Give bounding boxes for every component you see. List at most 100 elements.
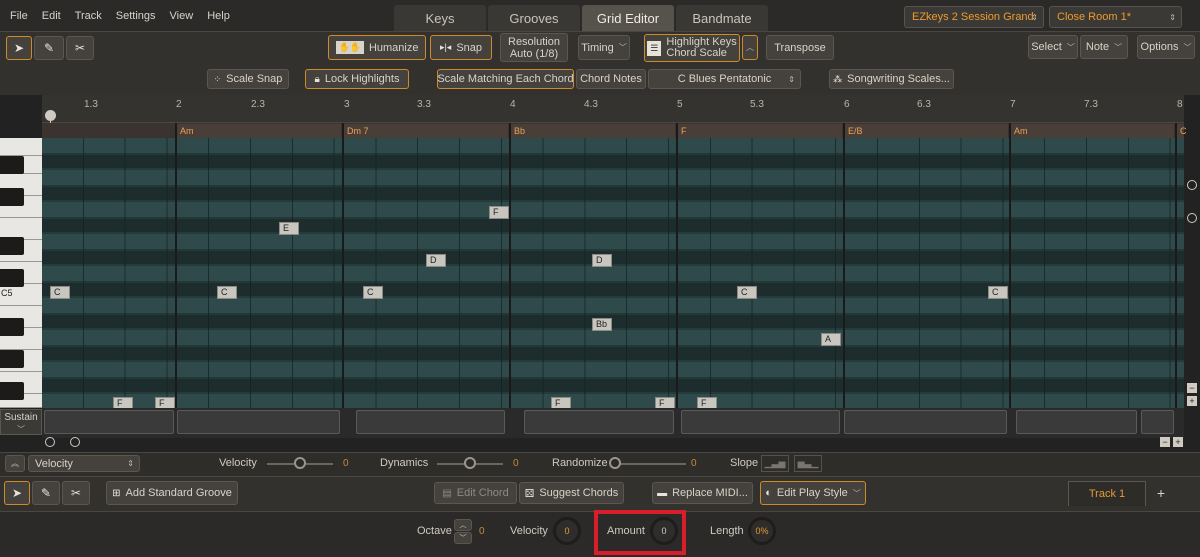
horizontal-scroll-handle[interactable]: [70, 437, 80, 447]
black-key[interactable]: [0, 382, 24, 400]
zoom-out-button[interactable]: −: [1187, 383, 1197, 393]
h-zoom-out-button[interactable]: −: [1160, 437, 1170, 447]
midi-note[interactable]: C: [363, 286, 383, 299]
black-key[interactable]: [0, 188, 24, 206]
piano-keyboard[interactable]: C5: [0, 138, 42, 408]
lock-highlights-button[interactable]: 🔒︎ Lock Highlights: [305, 69, 409, 89]
sustain-block[interactable]: [1141, 410, 1174, 434]
zoom-in-button[interactable]: +: [1187, 396, 1197, 406]
dynamics-slider-thumb[interactable]: [464, 457, 476, 469]
menu-edit[interactable]: Edit: [42, 10, 61, 22]
white-key[interactable]: [0, 138, 42, 156]
randomize-slider-thumb[interactable]: [609, 457, 621, 469]
octave-up-button[interactable]: ︿: [454, 519, 472, 531]
tab-grooves[interactable]: Grooves: [488, 5, 580, 31]
tab-grid-editor[interactable]: Grid Editor: [582, 5, 674, 31]
randomize-slider[interactable]: [610, 463, 686, 465]
pointer-tool[interactable]: ➤: [6, 36, 32, 60]
midi-note[interactable]: C: [988, 286, 1008, 299]
timeline-ruler[interactable]: 1.3 2 2.3 3 3.3 4 4.3 5 5.3 6 6.3 7 7.3 …: [42, 95, 1184, 123]
timing-button[interactable]: Timing ﹀: [578, 35, 630, 60]
scale-snap-button[interactable]: ⁘ Scale Snap: [207, 69, 289, 89]
dynamics-param-value: 0: [513, 458, 519, 469]
bottom-scissors-tool[interactable]: ✂: [62, 481, 90, 505]
midi-note[interactable]: E: [279, 222, 299, 235]
slope-down-icon[interactable]: ▅▃▁: [794, 455, 822, 472]
black-key[interactable]: [0, 269, 24, 287]
vertical-scroll-handle[interactable]: [1187, 213, 1197, 223]
edit-play-style-button[interactable]: ◐ Edit Play Style ﹀: [760, 481, 866, 505]
chord-block[interactable]: F: [677, 124, 842, 138]
slope-up-icon[interactable]: ▁▃▅: [761, 455, 789, 472]
h-zoom-in-button[interactable]: +: [1173, 437, 1183, 447]
resolution-select[interactable]: Resolution Auto (1/8): [500, 33, 568, 62]
velocity-knob[interactable]: 0: [553, 517, 581, 545]
black-key[interactable]: [0, 350, 24, 368]
midi-note[interactable]: C: [737, 286, 757, 299]
snap-button[interactable]: ▸|◂ Snap: [430, 35, 492, 60]
add-track-button[interactable]: +: [1152, 484, 1170, 502]
menu-help[interactable]: Help: [207, 10, 230, 22]
replace-midi-button[interactable]: ▬ Replace MIDI...: [652, 482, 753, 504]
sustain-block[interactable]: [681, 410, 840, 434]
chord-notes-button[interactable]: Chord Notes: [576, 69, 646, 89]
midi-note[interactable]: F: [489, 206, 509, 219]
sustain-block[interactable]: [1016, 410, 1137, 434]
sustain-block[interactable]: [356, 410, 505, 434]
horizontal-scroll-handle[interactable]: [45, 437, 55, 447]
lane-collapse-button[interactable]: ︽: [5, 455, 25, 472]
add-standard-groove-button[interactable]: ⊞ Add Standard Groove: [106, 481, 238, 505]
edit-chord-button[interactable]: ▤ Edit Chord: [434, 482, 517, 504]
songwriting-scales-button[interactable]: ⁂ Songwriting Scales...: [829, 69, 954, 89]
pencil-tool[interactable]: ✎: [34, 36, 64, 60]
chord-block[interactable]: E/B: [844, 124, 1008, 138]
scale-select[interactable]: C Blues Pentatonic ⇕: [648, 69, 801, 89]
lane-select[interactable]: Velocity ⇕: [28, 455, 140, 472]
menu-file[interactable]: File: [10, 10, 28, 22]
scissors-tool[interactable]: ✂: [66, 36, 94, 60]
chord-block[interactable]: Am: [1010, 124, 1174, 138]
sustain-label[interactable]: Sustain ﹀: [0, 409, 42, 435]
highlight-expand-button[interactable]: ︿: [742, 35, 758, 60]
select-menu[interactable]: Select ﹀: [1028, 35, 1078, 59]
midi-note[interactable]: Bb: [592, 318, 612, 331]
midi-note[interactable]: D: [592, 254, 612, 267]
scale-matching-button[interactable]: Scale Matching Each Chord: [437, 69, 574, 89]
menu-settings[interactable]: Settings: [116, 10, 156, 22]
bottom-pencil-tool[interactable]: ✎: [32, 481, 60, 505]
midi-note[interactable]: A: [821, 333, 841, 346]
octave-down-button[interactable]: ﹀: [454, 532, 472, 544]
sustain-block[interactable]: [44, 410, 174, 434]
bottom-pointer-tool[interactable]: ➤: [4, 481, 30, 505]
velocity-slider-thumb[interactable]: [294, 457, 306, 469]
midi-note[interactable]: D: [426, 254, 446, 267]
instrument-select[interactable]: EZkeys 2 Session Grand ⇕: [904, 6, 1044, 28]
highlight-keys-button[interactable]: ☰ Highlight Keys Chord Scale: [644, 34, 740, 62]
note-menu[interactable]: Note ﹀: [1080, 35, 1128, 59]
tab-bandmate[interactable]: Bandmate: [676, 5, 768, 31]
vertical-scroll-handle[interactable]: [1187, 180, 1197, 190]
midi-note[interactable]: C: [217, 286, 237, 299]
chord-block[interactable]: Bb: [510, 124, 675, 138]
humanize-button[interactable]: ✋✋ Humanize: [328, 35, 426, 60]
track-tab[interactable]: Track 1: [1068, 481, 1146, 506]
sustain-block[interactable]: [524, 410, 674, 434]
transpose-button[interactable]: Transpose: [766, 35, 834, 60]
tab-keys[interactable]: Keys: [394, 5, 486, 31]
black-key[interactable]: [0, 237, 24, 255]
room-select[interactable]: Close Room 1* ⇕: [1049, 6, 1182, 28]
chord-block[interactable]: Dm 7: [343, 124, 508, 138]
midi-note[interactable]: C: [50, 286, 70, 299]
chord-block[interactable]: Am: [176, 124, 341, 138]
sustain-block[interactable]: [844, 410, 1007, 434]
options-menu[interactable]: Options ﹀: [1137, 35, 1195, 59]
suggest-chords-button[interactable]: ⚄ Suggest Chords: [519, 482, 624, 504]
black-key[interactable]: [0, 318, 24, 336]
sustain-block[interactable]: [177, 410, 340, 434]
length-knob[interactable]: 0%: [748, 517, 776, 545]
menu-track[interactable]: Track: [75, 10, 102, 22]
amount-knob[interactable]: 0: [650, 517, 678, 545]
chord-block[interactable]: C: [1176, 124, 1187, 138]
black-key[interactable]: [0, 156, 24, 174]
menu-view[interactable]: View: [170, 10, 194, 22]
